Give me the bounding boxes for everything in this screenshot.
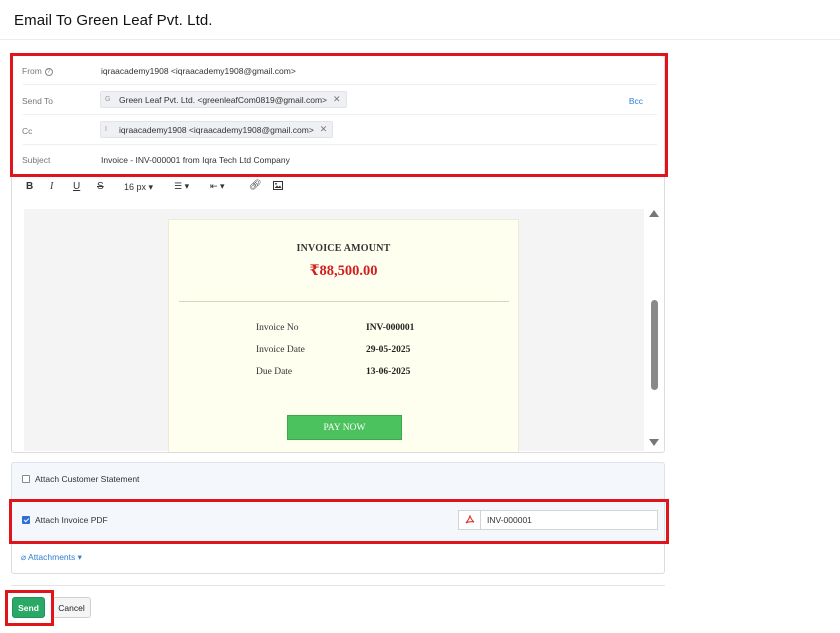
invoice-no-value: INV-000001 xyxy=(366,323,415,333)
help-icon[interactable]: ? xyxy=(44,67,53,76)
list-icon[interactable]: ☰ ▾ xyxy=(174,181,189,192)
sendto-label: Send To xyxy=(22,96,54,106)
from-label: From? xyxy=(22,66,53,76)
row-divider xyxy=(23,114,657,115)
attach-options-panel: Attach Customer Statement Attach Invoice… xyxy=(11,462,665,544)
editor-scrollbar[interactable] xyxy=(646,209,662,451)
row-divider xyxy=(23,84,657,85)
underline-button[interactable]: U xyxy=(73,181,80,192)
attach-pdf-option[interactable]: Attach Invoice PDF xyxy=(22,515,108,525)
invoice-heading: INVOICE AMOUNT xyxy=(296,243,391,254)
cc-chip[interactable]: I iqraacademy1908 <iqraacademy1908@gmail… xyxy=(100,121,334,138)
scroll-thumb[interactable] xyxy=(651,300,658,390)
attach-statement-option[interactable]: Attach Customer Statement xyxy=(22,474,139,484)
row-divider xyxy=(23,144,657,145)
from-value[interactable]: iqraacademy1908 <iqraacademy1908@gmail.c… xyxy=(101,66,296,76)
font-size-select[interactable]: 16 px ▾ xyxy=(124,182,153,193)
indent-icon[interactable]: ⇤ ▾ xyxy=(210,181,225,192)
editor-toolbar: B I U S 16 px ▾ ☰ ▾ ⇤ ▾ 🔗︎ xyxy=(11,177,665,199)
pay-now-button[interactable]: PAY NOW xyxy=(287,415,402,440)
pdf-file-icon xyxy=(459,511,481,529)
recipient-initial: G xyxy=(105,96,111,103)
paperclip-icon: ⌀ xyxy=(21,552,27,562)
cc-chip-text: iqraacademy1908 <iqraacademy1908@gmail.c… xyxy=(119,124,314,135)
scroll-up-arrow-icon[interactable] xyxy=(649,210,659,217)
cc-label: Cc xyxy=(22,126,33,136)
cancel-button[interactable]: Cancel xyxy=(52,597,91,618)
italic-button[interactable]: I xyxy=(50,181,53,192)
scroll-down-arrow-icon[interactable] xyxy=(649,439,659,446)
attach-pdf-checkbox[interactable] xyxy=(22,516,30,524)
email-body-editor[interactable]: INVOICE AMOUNT ₹88,500.00 Invoice No INV… xyxy=(11,199,665,453)
recipient-chip-text: Green Leaf Pvt. Ltd. <greenleafCom0819@g… xyxy=(119,94,328,105)
email-header-panel: From? iqraacademy1908 <iqraacademy1908@g… xyxy=(11,55,665,177)
attach-statement-checkbox[interactable] xyxy=(22,475,30,483)
bcc-link[interactable]: Bcc xyxy=(629,96,643,106)
due-date-value: 13-06-2025 xyxy=(366,367,411,377)
title-divider xyxy=(0,39,840,40)
editor-canvas: INVOICE AMOUNT ₹88,500.00 Invoice No INV… xyxy=(24,209,644,452)
subject-input[interactable]: Invoice - INV-000001 from Iqra Tech Ltd … xyxy=(101,155,290,165)
invoice-no-label: Invoice No xyxy=(256,323,299,333)
attachments-section: ⌀ Attachments ▾ xyxy=(11,544,665,574)
subject-label: Subject xyxy=(22,155,51,165)
invoice-amount: ₹88,500.00 xyxy=(309,263,378,279)
invoice-divider xyxy=(179,301,509,302)
attach-statement-label: Attach Customer Statement xyxy=(35,474,140,484)
footer-divider xyxy=(11,585,665,586)
remove-cc-icon[interactable]: ✕ xyxy=(320,124,328,135)
strikethrough-button[interactable]: S xyxy=(97,181,104,192)
link-icon[interactable]: 🔗︎ xyxy=(249,180,262,191)
invoice-card: INVOICE AMOUNT ₹88,500.00 Invoice No INV… xyxy=(168,219,519,452)
invoice-date-label: Invoice Date xyxy=(256,345,305,355)
recipient-chip[interactable]: G Green Leaf Pvt. Ltd. <greenleafCom0819… xyxy=(100,91,347,108)
bold-button[interactable]: B xyxy=(26,181,33,192)
invoice-date-value: 29-05-2025 xyxy=(366,345,411,355)
send-button[interactable]: Send xyxy=(12,597,45,618)
pdf-attachment-field[interactable]: INV-000001 xyxy=(458,510,658,530)
due-date-label: Due Date xyxy=(256,367,293,377)
options-divider xyxy=(12,499,664,500)
pdf-file-name: INV-000001 xyxy=(487,515,532,525)
remove-recipient-icon[interactable]: ✕ xyxy=(333,94,341,105)
image-icon[interactable] xyxy=(273,181,283,193)
page-title: Email To Green Leaf Pvt. Ltd. xyxy=(14,12,213,29)
attachments-link[interactable]: ⌀ Attachments ▾ xyxy=(21,552,82,563)
attach-pdf-label: Attach Invoice PDF xyxy=(35,515,108,525)
cc-initial: I xyxy=(105,126,107,133)
